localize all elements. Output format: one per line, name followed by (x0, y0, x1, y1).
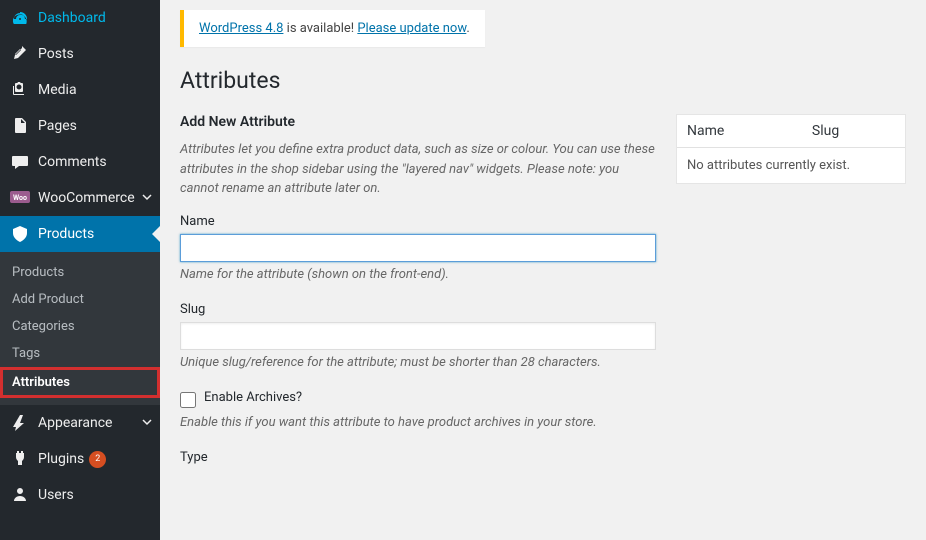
section-title: Add New Attribute (180, 114, 656, 130)
notice-text: is available! (283, 21, 357, 36)
table-row: No attributes currently exist. (677, 148, 905, 183)
submenu-categories[interactable]: Categories (0, 313, 160, 340)
table-header-name: Name (677, 115, 802, 148)
archives-field: Enable Archives? Enable this if you want… (180, 390, 656, 430)
plugins-badge: 2 (89, 451, 106, 468)
comment-icon (10, 152, 30, 172)
attributes-table-wrap: Name Slug No attributes currently exist. (676, 114, 906, 485)
sidebar-label: WooCommerce (38, 190, 135, 206)
slug-input[interactable] (180, 322, 656, 350)
wordpress-version-link[interactable]: WordPress 4.8 (199, 21, 283, 36)
name-field: Name Name for the attribute (shown on th… (180, 214, 656, 282)
sidebar-item-dashboard[interactable]: Dashboard (0, 0, 160, 36)
pin-icon (10, 44, 30, 64)
type-field: Type (180, 450, 656, 465)
sidebar-label: Dashboard (38, 10, 106, 26)
appearance-icon (10, 413, 30, 433)
sidebar-item-appearance[interactable]: Appearance (0, 405, 160, 441)
notice-text: . (466, 21, 469, 36)
products-submenu: Products Add Product Categories Tags Att… (0, 252, 160, 405)
slug-hint: Unique slug/reference for the attribute;… (180, 355, 656, 370)
svg-text:Woo: Woo (13, 194, 27, 202)
archives-checkbox[interactable] (180, 392, 196, 408)
page-icon (10, 116, 30, 136)
chevron-down-icon (142, 190, 152, 206)
sidebar-item-woocommerce[interactable]: Woo WooCommerce (0, 180, 160, 216)
name-input[interactable] (180, 234, 656, 262)
sidebar-label: Posts (38, 46, 74, 62)
sidebar-item-media[interactable]: Media (0, 72, 160, 108)
sidebar-item-posts[interactable]: Posts (0, 36, 160, 72)
sidebar-label: Plugins (38, 451, 84, 467)
archives-label: Enable Archives? (204, 390, 302, 405)
plugins-icon (10, 449, 30, 469)
sidebar-item-pages[interactable]: Pages (0, 108, 160, 144)
submenu-tags[interactable]: Tags (0, 340, 160, 367)
submenu-add-product[interactable]: Add Product (0, 286, 160, 313)
products-icon (10, 224, 30, 244)
submenu-products[interactable]: Products (0, 259, 160, 286)
users-icon (10, 485, 30, 505)
woo-icon: Woo (10, 188, 30, 208)
sidebar-label: Pages (38, 118, 77, 134)
sidebar-item-products[interactable]: Products (0, 216, 160, 252)
add-attribute-form: Add New Attribute Attributes let you def… (180, 114, 656, 485)
dashboard-icon (10, 8, 30, 28)
submenu-attributes[interactable]: Attributes (0, 367, 160, 398)
slug-label: Slug (180, 302, 656, 317)
empty-message: No attributes currently exist. (677, 148, 905, 183)
sidebar-label: Users (38, 487, 74, 503)
chevron-down-icon (142, 415, 152, 431)
sidebar-label: Products (38, 226, 94, 242)
name-label: Name (180, 214, 656, 229)
attributes-table: Name Slug No attributes currently exist. (676, 114, 906, 184)
update-notice: WordPress 4.8 is available! Please updat… (180, 10, 485, 47)
sidebar-item-comments[interactable]: Comments (0, 144, 160, 180)
section-description: Attributes let you define extra product … (180, 140, 656, 199)
main-content: WordPress 4.8 is available! Please updat… (160, 0, 926, 540)
type-label: Type (180, 450, 656, 465)
sidebar-item-users[interactable]: Users (0, 477, 160, 513)
sidebar-item-plugins[interactable]: Plugins 2 (0, 441, 160, 477)
name-hint: Name for the attribute (shown on the fro… (180, 267, 656, 282)
archives-hint: Enable this if you want this attribute t… (180, 415, 656, 430)
update-now-link[interactable]: Please update now (357, 21, 466, 36)
table-header-slug: Slug (802, 115, 905, 148)
sidebar-label: Comments (38, 154, 107, 170)
page-title: Attributes (180, 67, 906, 94)
sidebar-label: Appearance (38, 415, 112, 431)
media-icon (10, 80, 30, 100)
sidebar-label: Media (38, 82, 77, 98)
slug-field: Slug Unique slug/reference for the attri… (180, 302, 656, 370)
admin-sidebar: Dashboard Posts Media Pages Comments Woo… (0, 0, 160, 540)
